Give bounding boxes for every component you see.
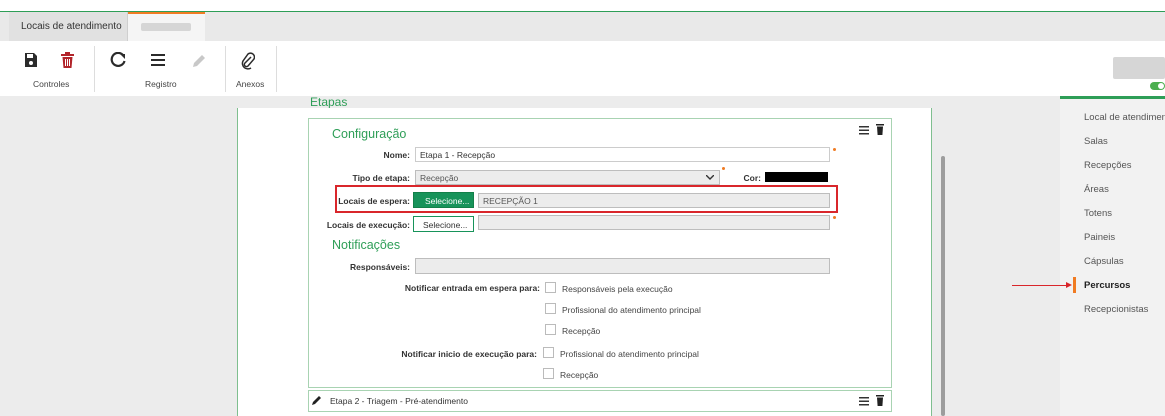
nav-item-totens[interactable]: Totens [1084, 208, 1112, 219]
nav-item-capsulas[interactable]: Cápsulas [1084, 256, 1124, 267]
redacted-user-area [1113, 57, 1165, 79]
chevron-down-icon [706, 175, 714, 180]
locais-execucao-label: Locais de execução: [326, 220, 410, 230]
nome-field[interactable]: Etapa 1 - Recepção [415, 147, 830, 162]
required-marker [833, 216, 836, 219]
responsaveis-label: Responsáveis: [350, 262, 410, 272]
annotation-arrow-head [1066, 282, 1072, 288]
nav-item-local-de-atendimento[interactable]: Local de atendimen [1084, 112, 1165, 123]
etapa-2-title: Etapa 2 - Triagem - Pré-atendimento [330, 396, 468, 406]
menu-icon [859, 397, 869, 406]
edit-etapa-button[interactable] [312, 395, 322, 407]
nav-item-recepcionistas[interactable]: Recepcionistas [1084, 304, 1148, 315]
delete-etapa-button[interactable] [876, 395, 884, 408]
refresh-icon [110, 51, 126, 67]
toolbar-group-label-registro: Registro [145, 79, 177, 89]
tipo-etapa-select[interactable]: Recepção [415, 170, 720, 185]
locais-espera-label: Locais de espera: [338, 196, 410, 206]
tipo-etapa-label: Tipo de etapa: [352, 173, 410, 183]
locais-espera-select-button[interactable]: Selecione... [413, 192, 474, 208]
nav-item-salas[interactable]: Salas [1084, 136, 1108, 147]
checkbox-label: Profissional do atendimento principal [560, 349, 699, 359]
paperclip-icon [241, 52, 256, 70]
redacted-tab-title [141, 23, 191, 31]
checkbox-label: Profissional do atendimento principal [562, 305, 701, 315]
checkbox-espera-responsaveis[interactable] [545, 282, 556, 293]
tab-label: Locais de atendimento [21, 21, 122, 32]
section-configuracao: Configuração [332, 127, 407, 141]
locais-execucao-field[interactable] [478, 215, 830, 230]
notificar-execucao-label: Notificar inicio de execução para: [401, 349, 537, 359]
toolbar-divider [94, 46, 95, 92]
list-button[interactable] [151, 52, 165, 70]
pencil-icon [193, 55, 205, 67]
responsaveis-field[interactable] [415, 258, 830, 274]
required-marker [722, 167, 725, 170]
nav-item-paineis[interactable]: Paineis [1084, 232, 1115, 243]
drag-handle[interactable] [859, 397, 869, 408]
trash-icon [61, 52, 74, 68]
checkbox-execucao-profissional[interactable] [543, 347, 554, 358]
tipo-etapa-value: Recepção [420, 173, 459, 183]
status-toggle[interactable] [1150, 82, 1165, 90]
nome-label: Nome: [383, 150, 410, 160]
tab-locais-de-atendimento[interactable]: Locais de atendimento [9, 12, 128, 41]
attach-button[interactable] [241, 52, 256, 72]
trash-icon [876, 124, 884, 135]
required-marker [833, 148, 836, 151]
drag-handle[interactable] [859, 126, 869, 137]
annotation-arrow [1012, 285, 1070, 286]
checkbox-espera-profissional[interactable] [545, 303, 556, 314]
menu-icon [151, 54, 165, 66]
toolbar-group-label-controles: Controles [33, 79, 70, 89]
section-notificacoes: Notificações [332, 238, 401, 252]
scrollbar[interactable] [941, 156, 945, 416]
color-swatch[interactable] [765, 172, 828, 182]
checkbox-execucao-recepcao[interactable] [543, 368, 554, 379]
toolbar-divider [276, 46, 277, 92]
toolbar-group-label-anexos: Anexos [236, 79, 265, 89]
menu-icon [859, 126, 869, 135]
nav-item-percursos[interactable]: Percursos [1084, 280, 1130, 291]
etapas-header-partial: Etapas [310, 97, 348, 108]
checkbox-label: Responsáveis pela execução [562, 284, 673, 294]
tab-active-record[interactable] [128, 12, 205, 41]
refresh-button[interactable] [110, 51, 128, 70]
locais-execucao-select-button[interactable]: Selecione... [413, 216, 474, 232]
notificar-espera-label: Notificar entrada em espera para: [404, 283, 540, 293]
active-nav-marker [1073, 277, 1076, 293]
delete-button[interactable] [61, 52, 74, 70]
pencil-icon [312, 396, 321, 405]
checkbox-espera-recepcao[interactable] [545, 324, 556, 335]
save-icon [25, 53, 37, 67]
edit-button[interactable] [192, 52, 206, 70]
trash-icon [876, 395, 884, 406]
nav-item-areas[interactable]: Áreas [1084, 184, 1109, 195]
nav-item-recepcoes[interactable]: Recepções [1084, 160, 1132, 171]
toolbar-divider [225, 46, 226, 92]
checkbox-label: Recepção [560, 370, 599, 380]
cor-label: Cor: [743, 173, 761, 183]
locais-espera-field[interactable]: RECEPÇÃO 1 [478, 193, 830, 208]
save-button[interactable] [24, 52, 38, 70]
checkbox-label: Recepção [562, 326, 601, 336]
delete-etapa-button[interactable] [876, 124, 884, 137]
